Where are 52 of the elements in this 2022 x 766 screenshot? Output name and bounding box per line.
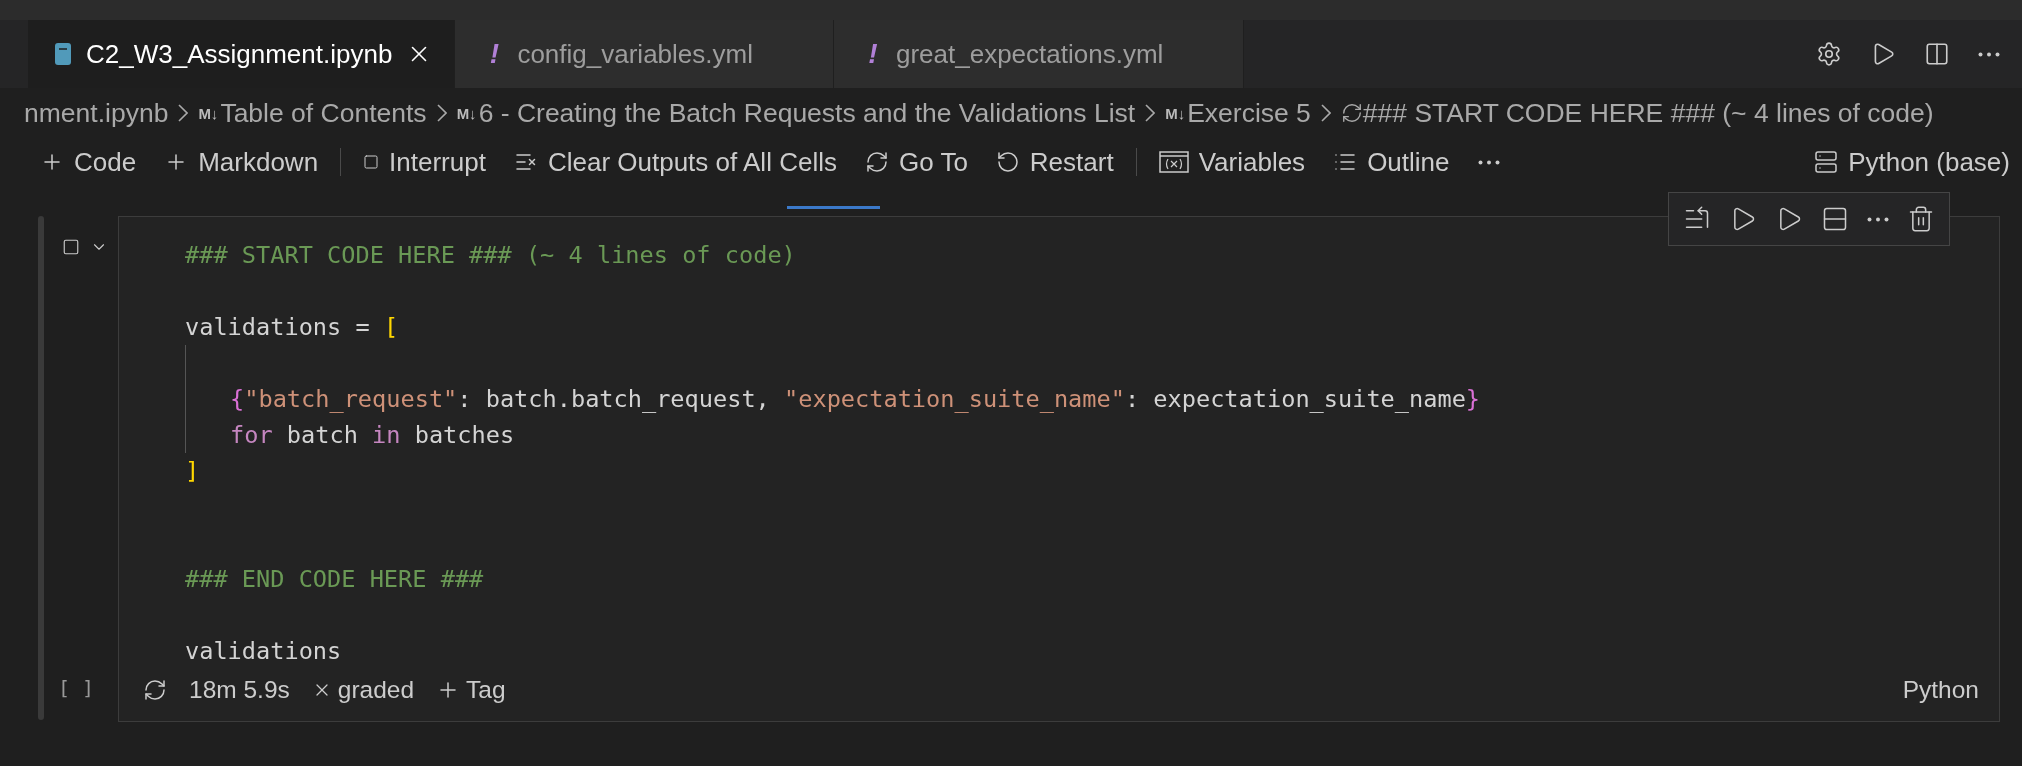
editor-tab[interactable]: ! great_expectations.yml: [833, 20, 1245, 88]
breadcrumb-item[interactable]: 6 - Creating the Batch Requests and the Validations List: [478, 97, 1136, 129]
chevron-right-icon: [436, 104, 447, 122]
more-icon: [1978, 51, 2000, 57]
code-line: ]: [185, 456, 200, 487]
variables-icon: [1158, 150, 1189, 174]
chevron-right-icon: [178, 104, 189, 122]
toolbar-button[interactable]: Variables: [1158, 146, 1306, 178]
notebook-icon: [54, 42, 72, 66]
language-label[interactable]: Python: [1902, 676, 1979, 704]
sync-icon: [143, 678, 167, 702]
toolbar-button[interactable]: Go To: [864, 146, 968, 178]
chevron-right-icon: [1320, 104, 1331, 122]
more-icon: [1867, 216, 1889, 222]
sync-icon: [864, 150, 889, 174]
sync-icon: [1340, 102, 1363, 124]
code-line: ### START CODE HERE ### (~ 4 lines of code): [185, 240, 796, 271]
code-line: {"batch_request": batch.batch_request, "expectation_suite_name": expectation_suite_name}: [229, 384, 1481, 415]
toolbar-button[interactable]: Interrupt: [363, 146, 486, 178]
more-icon: [1477, 159, 1500, 165]
stop-icon: [363, 154, 380, 170]
code-cell[interactable]: [118, 216, 2000, 722]
breadcrumb-item[interactable]: Exercise 5: [1187, 97, 1311, 129]
yaml-icon: !: [863, 38, 882, 70]
tag-chip[interactable]: graded: [311, 676, 415, 704]
toolbar-button[interactable]: Restart: [995, 146, 1114, 178]
chevron-right-icon: [1145, 104, 1156, 122]
markdown-icon: M↓: [456, 104, 477, 122]
toolbar-button[interactable]: Code: [40, 146, 137, 178]
code-line: validations = [: [185, 312, 399, 343]
breadcrumb-item[interactable]: nment.ipynb: [24, 97, 169, 129]
breadcrumb-item[interactable]: ### START CODE HERE ### (~ 4 lines of code): [1362, 97, 1934, 129]
markdown-icon: M↓: [1165, 104, 1186, 122]
toolbar-button[interactable]: Markdown: [164, 146, 319, 178]
breadcrumb-item[interactable]: Table of Contents: [220, 97, 427, 129]
code-line: for batch in batches: [229, 420, 515, 451]
kernel-picker[interactable]: Python (base): [1814, 146, 2010, 178]
editor-tab[interactable]: ! config_variables.yml: [455, 20, 834, 88]
toolbar-button[interactable]: Clear Outputs of All Cells: [513, 146, 837, 178]
code-line: ### END CODE HERE ###: [185, 564, 484, 595]
yaml-icon: !: [485, 38, 504, 70]
more-button[interactable]: [1477, 159, 1500, 165]
server-icon: [1814, 150, 1839, 174]
checkbox-icon[interactable]: [62, 238, 80, 256]
toolbar-button[interactable]: Outline: [1333, 146, 1450, 178]
add-tag-button[interactable]: Tag: [436, 676, 506, 704]
editor-tab[interactable]: C2_W3_Assignment.ipynb: [28, 20, 456, 88]
execution-count: [ ]: [57, 676, 95, 702]
code-line: validations: [185, 636, 342, 667]
execution-time: 18m 5.9s: [189, 676, 290, 704]
markdown-icon: M↓: [198, 104, 219, 122]
restart-icon: [995, 150, 1020, 174]
